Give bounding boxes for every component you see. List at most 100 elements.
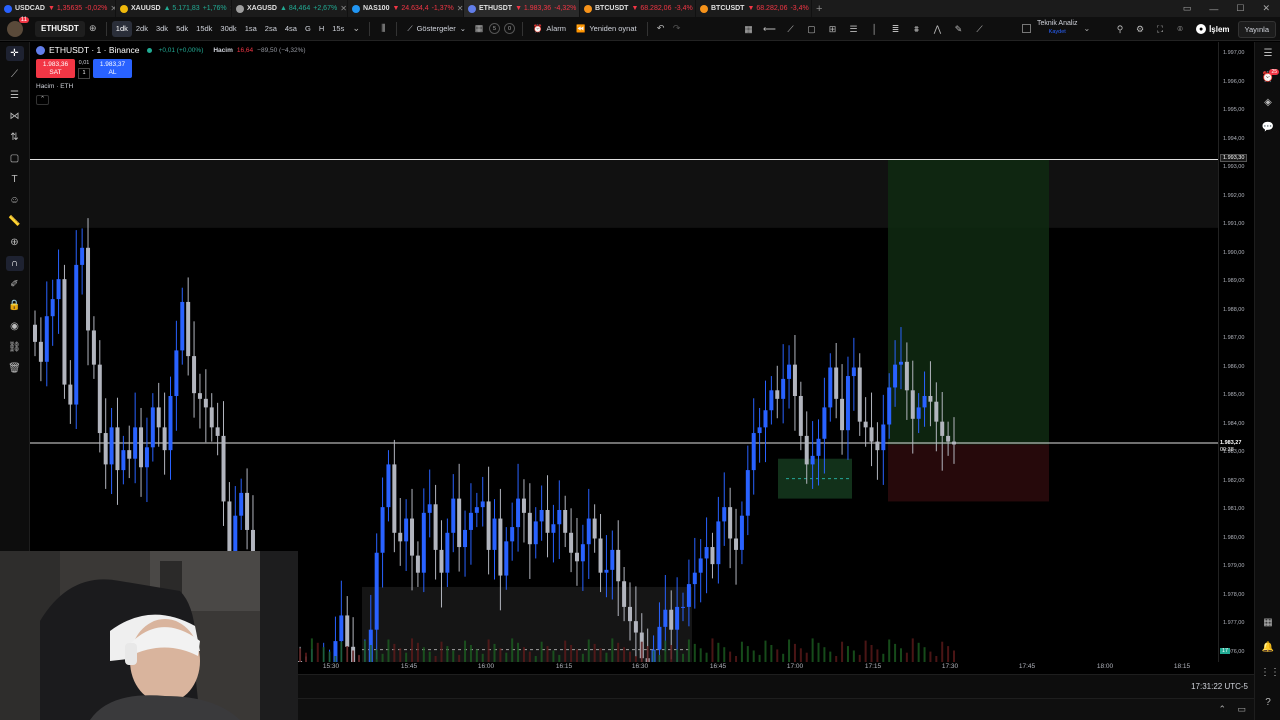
- magnet-icon[interactable]: ∩: [5, 256, 24, 271]
- time-tick-label: 15:30: [322, 663, 340, 670]
- apps-icon[interactable]: ⋮⋮: [1260, 667, 1280, 681]
- layout-icon[interactable]: ⊞: [824, 21, 841, 37]
- vertical-line-icon[interactable]: │: [866, 21, 883, 37]
- search-icon[interactable]: ⚲: [1112, 21, 1128, 37]
- shapes-icon[interactable]: ▢: [6, 151, 24, 166]
- zoom-in-icon[interactable]: ⊕: [6, 235, 24, 250]
- candle-body: [875, 441, 880, 451]
- maximize-panel-icon[interactable]: ⌃: [1218, 704, 1226, 715]
- chart-clock[interactable]: 17:31:22 UTC-5: [1191, 682, 1248, 691]
- path-icon[interactable]: ⋀: [929, 21, 946, 37]
- notifications-icon[interactable]: 🔔: [1260, 642, 1276, 656]
- add-symbol-icon[interactable]: ⊕: [85, 21, 101, 37]
- browser-tab[interactable]: BTCUSDT▼ 68.282,06-3,4%✕: [580, 0, 696, 17]
- trash-icon[interactable]: 🗑: [6, 361, 24, 376]
- timeframe-button[interactable]: 1sa: [241, 21, 261, 37]
- timeframe-button[interactable]: 3dk: [152, 21, 172, 37]
- volume-bar: [405, 652, 408, 662]
- layout-name[interactable]: Teknik Analiz Kaydet ⌄: [1022, 20, 1090, 36]
- pattern-icon[interactable]: ⋈: [6, 109, 24, 124]
- extensions-icon[interactable]: ▭: [1183, 3, 1192, 14]
- publish-button[interactable]: Yayınla: [1237, 20, 1276, 38]
- tab-change-pct: +2,67%: [313, 5, 338, 12]
- undo-icon[interactable]: ↶: [653, 21, 669, 37]
- horizontal-ray-icon[interactable]: ⟵: [761, 21, 778, 37]
- trade-button[interactable]: ● İşlem: [1192, 24, 1233, 34]
- candle-body: [451, 498, 456, 533]
- fib-retracement-icon[interactable]: ≣: [887, 21, 904, 37]
- ruler-icon[interactable]: 📏: [6, 214, 24, 229]
- close-tab-icon[interactable]: ✕: [457, 4, 463, 13]
- eye-icon[interactable]: ◉: [6, 319, 24, 334]
- camera-icon[interactable]: ⌾: [1172, 21, 1188, 37]
- text-icon[interactable]: T: [6, 172, 24, 187]
- minimize-icon[interactable]: —: [1209, 4, 1218, 14]
- calendar-icon[interactable]: ▦: [1260, 617, 1276, 631]
- alerts-icon[interactable]: ⏰ 25: [1260, 69, 1279, 86]
- fullscreen-icon[interactable]: ⛶: [1152, 21, 1168, 37]
- webcam-image: [0, 551, 298, 720]
- indicators-button[interactable]: ⟋ Göstergeler ⌄: [402, 21, 471, 37]
- timeframe-button[interactable]: 30dk: [216, 21, 240, 37]
- trend-line-icon[interactable]: ⟋: [6, 67, 24, 82]
- volume-bar: [346, 646, 349, 662]
- position-icon[interactable]: ⇅: [6, 130, 24, 145]
- highlighter-icon[interactable]: ⟋: [971, 21, 988, 37]
- user-avatar[interactable]: 11: [7, 16, 29, 37]
- layers-icon[interactable]: ◈: [1260, 97, 1276, 111]
- panel-toggle-icon[interactable]: ▭: [1237, 704, 1246, 715]
- time-tick-label: 16:30: [631, 663, 649, 670]
- brush-icon[interactable]: ✎: [950, 21, 967, 37]
- timeframe-button[interactable]: 2sa: [261, 21, 281, 37]
- timeframe-button[interactable]: 4sa: [281, 21, 301, 37]
- timeframe-button[interactable]: 1dk: [111, 20, 132, 37]
- help-icon[interactable]: ?: [1260, 697, 1276, 711]
- collapse-legend-button[interactable]: ⌃: [36, 95, 49, 105]
- quantity-input[interactable]: 1: [78, 68, 90, 79]
- volume-study-label[interactable]: Hacim · ETH: [36, 83, 73, 90]
- stay-drawing-icon[interactable]: ✐: [6, 277, 24, 292]
- replay-button[interactable]: ⏪ Yeniden oynat: [571, 21, 642, 37]
- sell-button[interactable]: 1.983,36 SAT: [36, 59, 75, 78]
- trend-line-icon[interactable]: ⟋: [782, 21, 799, 37]
- timeframe-button[interactable]: 15dk: [192, 21, 216, 37]
- timeframe-button[interactable]: G: [301, 21, 315, 37]
- pitchfork-icon[interactable]: ⩩: [908, 21, 925, 37]
- crosshair-icon[interactable]: ✛: [5, 46, 24, 61]
- buy-button[interactable]: 1.983,37 AL: [93, 59, 132, 78]
- lock-icon[interactable]: 🔒: [6, 298, 24, 313]
- grid-icon[interactable]: ▦: [740, 21, 757, 37]
- redo-icon[interactable]: ↷: [669, 21, 685, 37]
- symbol-search-button[interactable]: ETHUSDT: [35, 20, 85, 37]
- emoji-icon[interactable]: ☺: [6, 193, 24, 208]
- timeframe-button[interactable]: 5dk: [172, 21, 192, 37]
- layout-grid-icon[interactable]: ▦: [471, 21, 487, 37]
- browser-tab[interactable]: USDCAD▼ 1,35635-0,02%✕: [0, 0, 116, 17]
- price-axis[interactable]: 1.997,00 1.996,00 1.995,00 1.994,00 1.993,00…: [1218, 42, 1254, 662]
- layout-count-a[interactable]: 5: [489, 23, 501, 34]
- rectangle-icon[interactable]: ▢: [803, 21, 820, 37]
- link-icon[interactable]: ⛓: [6, 340, 24, 355]
- browser-tab[interactable]: XAUUSD▲ 5.171,83+1,76%✕: [116, 0, 232, 17]
- settings-icon[interactable]: ⚙: [1132, 21, 1148, 37]
- timeframe-button[interactable]: 15s: [328, 21, 348, 37]
- browser-tab[interactable]: ETHUSDT▼ 1.983,36-4,32%✕: [464, 0, 580, 17]
- timeframe-button[interactable]: H: [315, 21, 328, 37]
- layout-count-b[interactable]: 0: [504, 23, 516, 34]
- candle-type-icon[interactable]: ⫼: [375, 21, 391, 37]
- maximize-icon[interactable]: ☐: [1236, 3, 1244, 14]
- chevron-down-icon[interactable]: ⌄: [348, 21, 364, 37]
- browser-tab[interactable]: BTCUSDT▼ 68.282,06-3,4%✕: [696, 0, 812, 17]
- new-tab-icon[interactable]: +: [816, 3, 822, 15]
- parallel-channel-icon[interactable]: ☰: [845, 21, 862, 37]
- close-tab-icon[interactable]: ✕: [340, 4, 347, 13]
- timeframe-button[interactable]: 2dk: [132, 21, 152, 37]
- chat-icon[interactable]: 💬: [1260, 122, 1276, 136]
- watchlist-icon[interactable]: ☰: [1260, 48, 1276, 62]
- browser-tab[interactable]: XAGUSD ▲ 84,464 +2,67% ✕: [232, 0, 348, 17]
- horizontal-line-price-label[interactable]: 1.993,30: [1220, 154, 1248, 163]
- alert-button[interactable]: ⏰ Alarm: [528, 21, 571, 37]
- fib-icon[interactable]: ☰: [6, 88, 24, 103]
- close-window-icon[interactable]: ✕: [1262, 3, 1270, 14]
- browser-tab[interactable]: NAS100 ▼ 24.634,4 -1,37% ✕: [348, 0, 464, 17]
